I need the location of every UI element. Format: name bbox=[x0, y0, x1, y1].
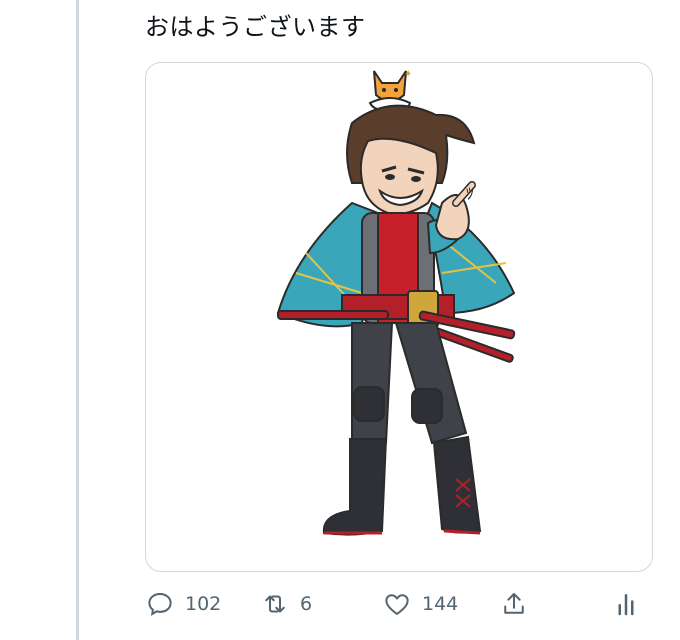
retweet-icon bbox=[265, 595, 285, 613]
share-upload-icon bbox=[504, 593, 524, 614]
thread-connector-line bbox=[76, 0, 79, 640]
retweet-count: 6 bbox=[300, 593, 313, 615]
reaction-marks: ﾂ bbox=[466, 184, 474, 203]
share-button[interactable] bbox=[499, 584, 529, 624]
svg-text:✦: ✦ bbox=[404, 69, 412, 80]
reply-button[interactable]: 102 bbox=[145, 584, 221, 624]
analytics-button[interactable] bbox=[611, 584, 641, 624]
reply-count: 102 bbox=[185, 593, 222, 615]
like-button[interactable]: 144 bbox=[382, 584, 458, 624]
tweet-text: おはようございます bbox=[145, 13, 366, 41]
retweet-button[interactable]: 6 bbox=[260, 584, 312, 624]
reply-icon bbox=[148, 592, 172, 616]
tweet-action-bar: 102 6 144 bbox=[145, 584, 651, 624]
analytics-bars-icon bbox=[618, 594, 634, 616]
fox-mascot: ✦ bbox=[368, 69, 412, 113]
tweet-media[interactable]: ✦ ﾂ bbox=[145, 62, 653, 572]
character-legs bbox=[351, 322, 468, 445]
character-boots bbox=[322, 435, 482, 536]
like-count: 144 bbox=[422, 593, 459, 615]
heart-icon bbox=[385, 594, 409, 615]
character-illustration: ✦ ﾂ bbox=[276, 69, 516, 536]
